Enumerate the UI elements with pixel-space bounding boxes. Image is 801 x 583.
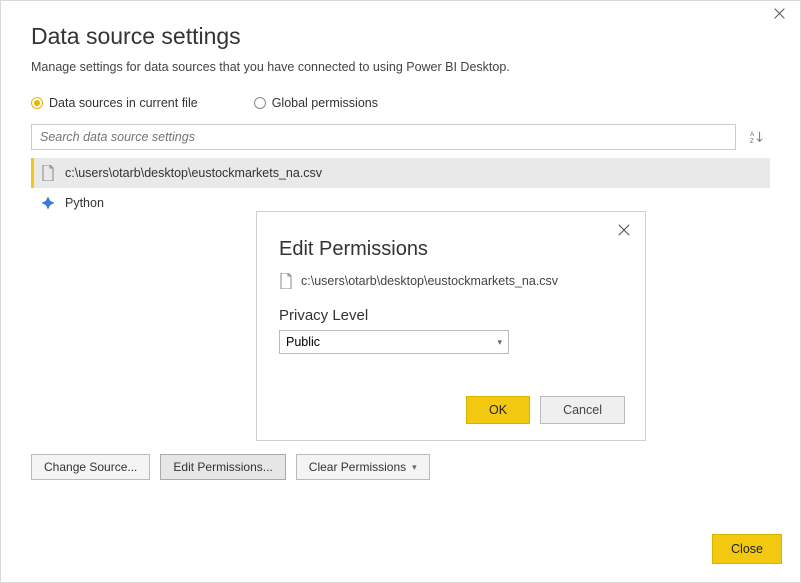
chevron-down-icon: ▾ — [497, 337, 502, 348]
close-icon[interactable] — [770, 7, 788, 25]
file-icon — [41, 165, 55, 181]
dialog-title: Edit Permissions — [279, 238, 623, 261]
privacy-level-label: Privacy Level — [279, 307, 623, 324]
edit-permissions-dialog: Edit Permissions c:\users\otarb\desktop\… — [256, 211, 646, 441]
close-icon[interactable] — [617, 222, 631, 242]
privacy-level-select[interactable]: Public ▾ — [279, 330, 509, 354]
radio-global-permissions-label: Global permissions — [272, 96, 378, 110]
close-button[interactable]: Close — [712, 534, 782, 564]
radio-current-file[interactable]: Data sources in current file — [31, 96, 198, 110]
radio-dot-icon — [254, 97, 266, 109]
radio-dot-icon — [31, 97, 43, 109]
svg-text:A: A — [750, 131, 755, 138]
page-subtitle: Manage settings for data sources that yo… — [31, 60, 770, 74]
svg-text:Z: Z — [750, 138, 754, 145]
privacy-level-value: Public — [286, 335, 320, 349]
chevron-down-icon: ▾ — [412, 462, 417, 473]
datasource-label: c:\users\otarb\desktop\eustockmarkets_na… — [65, 166, 322, 180]
datasource-label: Python — [65, 196, 104, 210]
clear-permissions-button[interactable]: Clear Permissions ▾ — [296, 454, 430, 480]
radio-global-permissions[interactable]: Global permissions — [254, 96, 378, 110]
page-title: Data source settings — [31, 23, 770, 50]
ok-button[interactable]: OK — [466, 396, 530, 424]
datasource-item[interactable]: c:\users\otarb\desktop\eustockmarkets_na… — [31, 158, 770, 188]
change-source-button[interactable]: Change Source... — [31, 454, 150, 480]
file-icon — [279, 273, 293, 289]
search-input[interactable] — [31, 124, 736, 150]
edit-permissions-button[interactable]: Edit Permissions... — [160, 454, 285, 480]
clear-permissions-label: Clear Permissions — [309, 460, 406, 474]
cancel-button[interactable]: Cancel — [540, 396, 625, 424]
sort-button[interactable]: A Z — [744, 124, 770, 150]
python-icon — [41, 196, 55, 210]
dialog-file-path: c:\users\otarb\desktop\eustockmarkets_na… — [301, 274, 558, 288]
radio-current-file-label: Data sources in current file — [49, 96, 198, 110]
sort-az-icon: A Z — [750, 129, 764, 145]
